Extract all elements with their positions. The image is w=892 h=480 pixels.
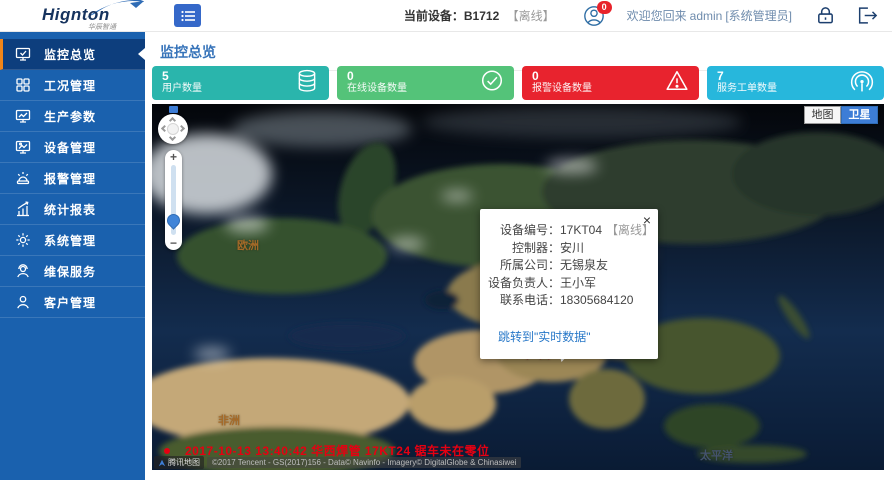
bar-chart-icon [15, 201, 33, 217]
current-device-info: 当前设备：B1712 【离线】 [404, 7, 555, 24]
sidebar-item-label: 系统管理 [44, 232, 96, 249]
warning-triangle-icon [665, 69, 689, 98]
stat-card-online-devices[interactable]: 0 在线设备数量 [337, 66, 514, 100]
sidebar-item-label: 监控总览 [44, 46, 96, 63]
gear-icon [15, 232, 33, 248]
map-attribution: 腾讯地图 ©2017 Tencent - GS(2017)156 - Data©… [154, 456, 521, 469]
user-role: [系统管理员] [725, 9, 792, 23]
map-type-switch: 地图 卫星 [804, 106, 878, 124]
logo-subtext: 华辰智通 [88, 22, 116, 32]
map-type-satellite-button[interactable]: 卫星 [841, 106, 878, 124]
popup-row-value: 安川 [560, 240, 648, 258]
main-content: 监控总览 5 用户数量 0 在线设备数量 0 [145, 32, 892, 480]
popup-row-value: 王小军 [560, 275, 648, 293]
popup-row-label: 联系电话： [488, 292, 560, 310]
popup-row-label: 控制器： [488, 240, 560, 258]
user-menu-button[interactable]: 0 [583, 5, 609, 27]
siren-icon [15, 170, 33, 186]
current-device-label: 当前设备： [404, 9, 464, 23]
sidebar-menu: 监控总览 工况管理 生产参数 [0, 32, 145, 318]
current-device-status: 【离线】 [507, 9, 555, 23]
zoom-slider-knob[interactable] [164, 211, 182, 229]
map-label-europe: 欧洲 [237, 237, 259, 253]
realtime-data-link[interactable]: 跳转到"实时数据" [498, 328, 591, 345]
menu-toggle-button[interactable] [174, 4, 201, 27]
sidebar-item-system-mgmt[interactable]: 系统管理 [0, 225, 145, 256]
stat-card-alarm-devices[interactable]: 0 报警设备数量 [522, 66, 699, 100]
sidebar-item-monitor-overview[interactable]: 监控总览 [0, 39, 145, 70]
sidebar-item-customer-mgmt[interactable]: 客户管理 [0, 287, 145, 318]
sidebar-item-production-params[interactable]: 生产参数 [0, 101, 145, 132]
welcome-text: 欢迎您回来 [627, 9, 687, 23]
pan-center-button[interactable] [167, 123, 179, 135]
lock-icon [815, 5, 836, 26]
popup-close-button[interactable]: × [643, 213, 651, 227]
popup-row-value: 无锡泉友 [560, 257, 648, 275]
lock-button[interactable] [815, 5, 836, 27]
map-type-roadmap-button[interactable]: 地图 [804, 106, 841, 124]
username: admin [690, 9, 723, 23]
logout-button[interactable] [856, 5, 878, 27]
sidebar-item-maintenance-service[interactable]: 维保服务 [0, 256, 145, 287]
map-provider-name: 腾讯地图 [168, 457, 200, 468]
popup-row-phone: 联系电话： 18305684120 [488, 292, 648, 310]
database-icon [295, 69, 319, 98]
current-device-value: B1712 [464, 9, 499, 23]
sidebar-item-label: 统计报表 [44, 201, 96, 218]
map-attribution-text: ©2017 Tencent - GS(2017)156 - Data© Navi… [207, 457, 521, 468]
device-info-popup: × 设备编号： 17KT04 【离线】 控制器： 安川 所属公司： 无锡泉友 设… [480, 209, 658, 359]
sidebar-item-condition-mgmt[interactable]: 工况管理 [0, 70, 145, 101]
popup-row-value: 18305684120 [560, 292, 648, 310]
popup-row-label: 所属公司： [488, 257, 560, 275]
zoom-in-button[interactable]: + [165, 150, 182, 164]
support-person-icon [15, 263, 33, 279]
map-3d-tilt-button[interactable] [169, 106, 178, 113]
sidebar-item-label: 工况管理 [44, 77, 96, 94]
pan-down-icon[interactable] [169, 134, 176, 141]
sidebar-item-alarm-mgmt[interactable]: 报警管理 [0, 163, 145, 194]
popup-row-label: 设备编号： [488, 222, 560, 240]
popup-row-company: 所属公司： 无锡泉友 [488, 257, 648, 275]
map-zoom-control: + − [165, 150, 182, 250]
popup-row-label: 设备负责人： [488, 275, 560, 293]
sidebar-item-label: 报警管理 [44, 170, 96, 187]
stat-cards-row: 5 用户数量 0 在线设备数量 0 报警设备数量 [152, 66, 884, 100]
sidebar-item-label: 维保服务 [44, 263, 96, 280]
top-header: Hignton 华辰智通 当前设备：B1712 【离线】 0 欢迎您回来admi… [0, 0, 892, 32]
zoom-out-button[interactable]: − [165, 236, 182, 250]
zoom-slider-track[interactable] [171, 165, 176, 235]
person-icon [15, 294, 33, 310]
stat-card-work-orders[interactable]: 7 服务工单数量 [707, 66, 884, 100]
grid-icon [15, 77, 33, 93]
popup-row-controller: 控制器： 安川 [488, 240, 648, 258]
sidebar-item-label: 设备管理 [44, 139, 96, 156]
map-container[interactable]: 欧洲 非洲 中 国 太平洋 + − 地图 卫星 × [152, 104, 884, 470]
logout-icon [856, 5, 878, 26]
popup-row-owner: 设备负责人： 王小军 [488, 275, 648, 293]
map-label-africa: 非洲 [218, 412, 240, 428]
monitor-check-icon [15, 46, 33, 62]
radar-icon [850, 69, 874, 98]
check-circle-icon [480, 69, 504, 98]
map-pan-control[interactable] [158, 114, 188, 144]
map-provider-logo[interactable]: 腾讯地图 [154, 456, 204, 469]
sidebar-item-device-mgmt[interactable]: 设备管理 [0, 132, 145, 163]
popup-row-value: 17KT04 [560, 222, 602, 240]
monitor-image-icon [15, 139, 33, 155]
monitor-chart-icon [15, 108, 33, 124]
alarm-dot-icon [164, 448, 170, 454]
sidebar-item-label: 生产参数 [44, 108, 96, 125]
pan-right-icon[interactable] [178, 125, 185, 132]
popup-row-device-id: 设备编号： 17KT04 【离线】 [488, 222, 648, 240]
sidebar-item-statistics-reports[interactable]: 统计报表 [0, 194, 145, 225]
sidebar: 监控总览 工况管理 生产参数 [0, 32, 145, 480]
app-logo[interactable]: Hignton 华辰智通 [14, 1, 152, 31]
stat-card-users[interactable]: 5 用户数量 [152, 66, 329, 100]
sidebar-item-label: 客户管理 [44, 294, 96, 311]
notification-badge[interactable]: 0 [597, 1, 612, 14]
hamburger-icon [181, 10, 195, 22]
tencent-map-icon [158, 459, 166, 467]
welcome-message: 欢迎您回来admin[系统管理员] [627, 7, 795, 24]
map-label-pacific: 太平洋 [700, 447, 733, 463]
